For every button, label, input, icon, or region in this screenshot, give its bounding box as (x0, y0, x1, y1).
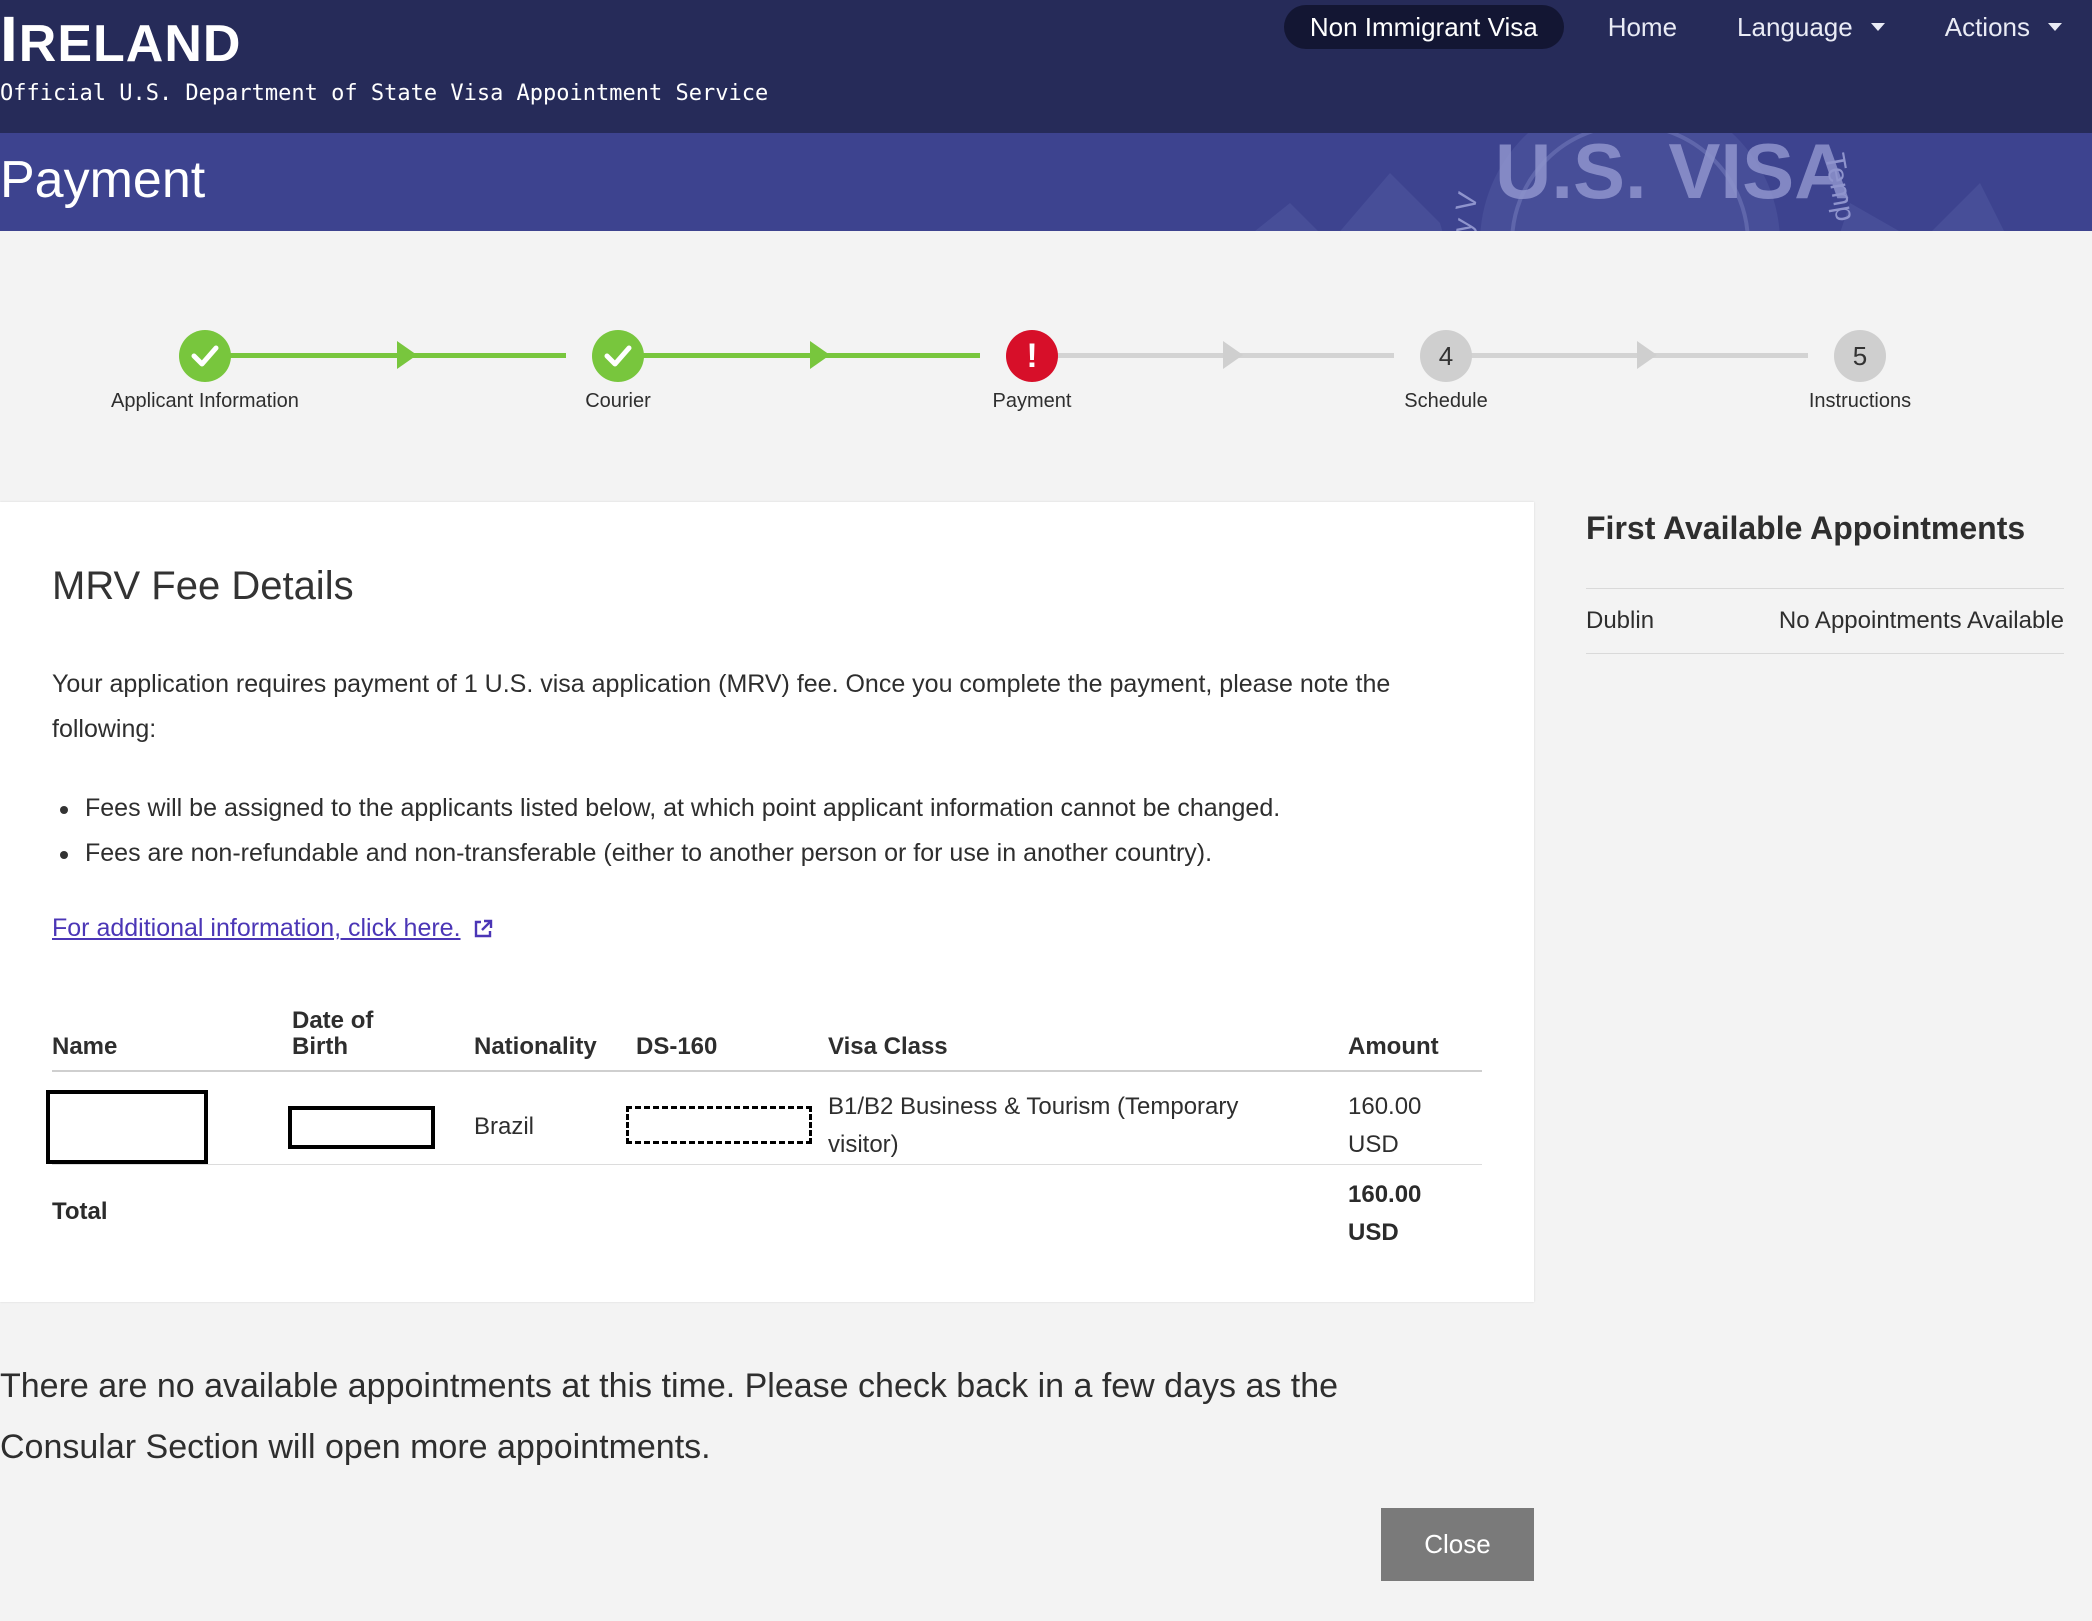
column-header-dob: Date of Birth (292, 1007, 374, 1060)
site-header: IRELAND Official U.S. Department of Stat… (0, 0, 2092, 133)
cell-amount: 160.00 USD (1348, 1093, 1422, 1158)
progress-arrow-icon (1637, 341, 1657, 369)
total-label: Total (52, 1198, 108, 1225)
close-button[interactable]: Close (1381, 1508, 1534, 1581)
progress-connector (618, 353, 980, 358)
progress-connector (205, 353, 566, 358)
appointment-row: Dublin No Appointments Available (1586, 588, 2064, 654)
check-icon (604, 345, 632, 367)
country-title-initial: I (0, 3, 19, 75)
progress-steps: Applicant Information Courier ! Payment … (0, 320, 2092, 420)
redacted-ds160 (626, 1106, 812, 1144)
external-link-icon (474, 919, 492, 937)
total-amount: 160.00 USD (1348, 1181, 1422, 1246)
redacted-name (46, 1090, 208, 1164)
nav-actions-label: Actions (1944, 12, 2030, 42)
mrv-fee-card: MRV Fee Details Your application require… (0, 502, 1534, 1302)
step-label-schedule: Schedule (1404, 390, 1488, 412)
additional-info-link-label: For additional information, click here. (52, 914, 461, 942)
exclamation-icon: ! (1026, 336, 1038, 375)
table-divider (52, 1070, 1482, 1072)
column-header-visa-class: Visa Class (828, 1033, 948, 1060)
redacted-dob (288, 1106, 435, 1149)
step-label-instructions: Instructions (1808, 390, 1912, 412)
progress-connector (1032, 353, 1394, 358)
additional-info-link[interactable]: For additional information, click here. (52, 914, 495, 943)
column-header-nationality: Nationality (474, 1033, 597, 1060)
page-title-band: U.S. VISA orary V Temp Payment (0, 133, 2092, 231)
list-item: Fees are non-refundable and non-transfer… (60, 831, 1500, 876)
side-heading: First Available Appointments (1586, 510, 2026, 546)
nav-language-dropdown[interactable]: Language (1707, 5, 1915, 49)
step-instructions: 5 (1834, 330, 1886, 382)
nav-visa-type[interactable]: Non Immigrant Visa (1283, 5, 1564, 49)
column-header-ds160: DS-160 (636, 1033, 718, 1060)
nav-actions-dropdown[interactable]: Actions (1915, 5, 2092, 49)
progress-arrow-icon (810, 341, 830, 369)
cell-visa-class: B1/B2 Business & Tourism (Temporary visi… (828, 1093, 1239, 1158)
nav-home[interactable]: Home (1578, 5, 1707, 49)
main-nav: Non Immigrant Visa Home Language Actions (1283, 5, 2092, 49)
step-label-courier: Courier (585, 390, 651, 412)
country-title: IRELAND (0, 6, 241, 77)
step-courier (592, 330, 644, 382)
country-title-rest: RELAND (18, 15, 242, 73)
chevron-down-icon (2048, 23, 2062, 31)
column-header-amount: Amount (1348, 1033, 1439, 1060)
step-label-applicant-information: Applicant Information (111, 390, 299, 412)
check-icon (191, 345, 219, 367)
site-subtitle: Official U.S. Department of State Visa A… (0, 81, 769, 106)
page-title: Payment (0, 151, 206, 209)
mrv-fee-intro: Your application requires payment of 1 U… (52, 670, 1391, 743)
appointment-availability: No Appointments Available (1778, 607, 2064, 634)
progress-connector (1446, 353, 1808, 358)
table-divider (52, 1164, 1482, 1165)
appointment-location: Dublin (1586, 607, 1655, 634)
chevron-down-icon (1870, 23, 1885, 31)
progress-arrow-icon (1223, 341, 1243, 369)
cell-nationality: Brazil (474, 1113, 535, 1140)
step-applicant-information (179, 330, 231, 382)
step-payment: ! (1006, 330, 1058, 382)
visa-seal-watermark: U.S. VISA orary V Temp (1255, 133, 2004, 231)
step-schedule: 4 (1420, 330, 1472, 382)
step-number: 5 (1852, 340, 1868, 371)
step-number: 4 (1438, 340, 1454, 371)
nav-language-label: Language (1737, 12, 1853, 42)
mrv-fee-heading: MRV Fee Details (52, 564, 354, 608)
seal-text: U.S. VISA (1495, 133, 1850, 215)
column-header-name: Name (52, 1033, 118, 1060)
step-label-payment: Payment (992, 390, 1072, 412)
first-available-appointments: First Available Appointments Dublin No A… (1586, 506, 2064, 654)
progress-arrow-icon (397, 341, 417, 369)
seal-side-text-left: orary V (1437, 189, 1483, 231)
fee-notes-list: Fees will be assigned to the applicants … (60, 786, 1500, 876)
no-appointments-notice: There are no available appointments at t… (0, 1367, 1339, 1466)
list-item: Fees will be assigned to the applicants … (60, 786, 1500, 831)
nav-home-label: Home (1607, 12, 1678, 42)
